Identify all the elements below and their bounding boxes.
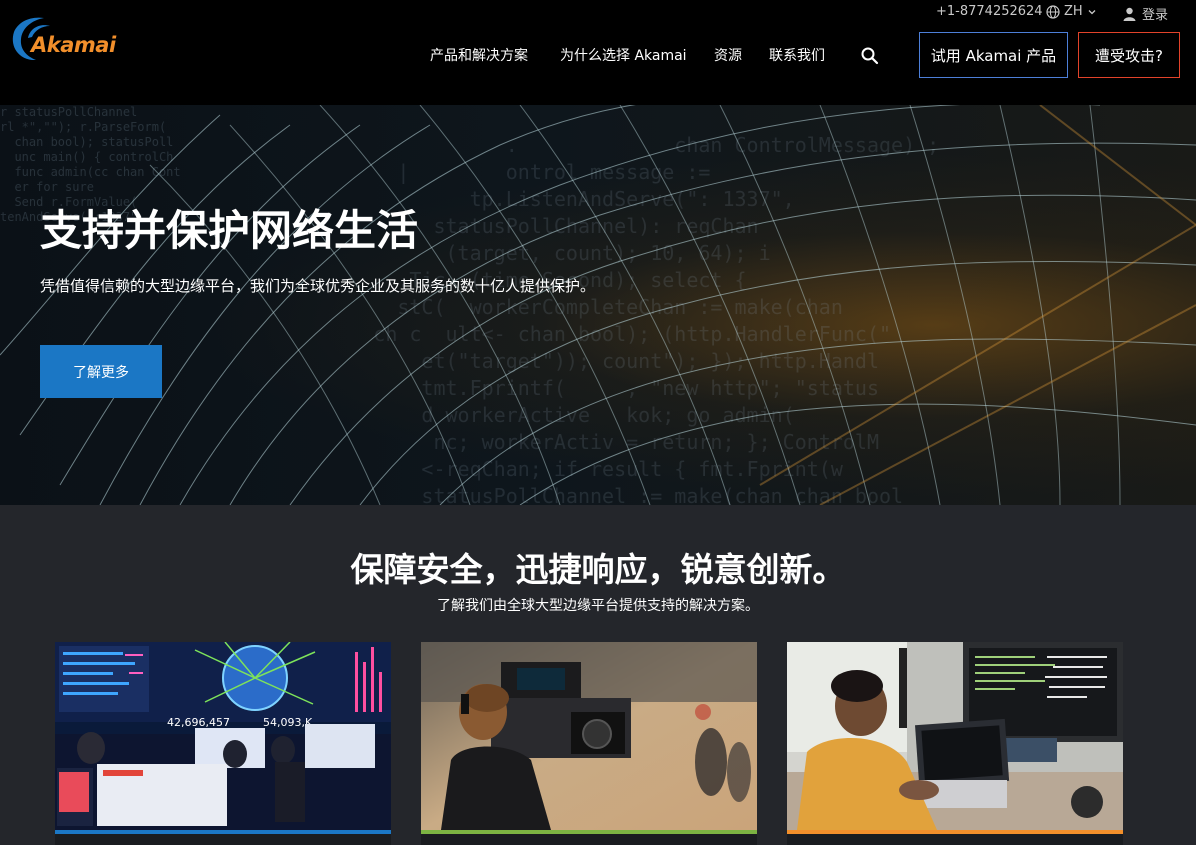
nav-contact[interactable]: 联系我们: [769, 45, 825, 65]
card-footer: [55, 834, 391, 845]
card-footer: [421, 834, 757, 845]
globe-icon: [1046, 4, 1060, 19]
solution-card-media[interactable]: [421, 642, 757, 845]
solutions-section: 保障安全，迅捷响应，锐意创新。 了解我们由全球大型边缘平台提供支持的解决方案。 …: [0, 505, 1196, 845]
language-selector[interactable]: ZH: [1046, 4, 1097, 19]
learn-more-button[interactable]: 了解更多: [40, 345, 162, 398]
section-subtitle: 了解我们由全球大型边缘平台提供支持的解决方案。: [437, 598, 759, 614]
soc-image: 42,696,457 54,093,K: [55, 642, 391, 830]
search-icon[interactable]: [860, 46, 880, 66]
camera-operator-image: [421, 642, 757, 830]
utility-bar: +1-8774252624 ZH 登录: [936, 0, 1196, 24]
developer-image: [787, 642, 1123, 830]
login-label: 登录: [1142, 8, 1169, 23]
soc-counter-left: 42,696,457: [167, 716, 230, 729]
phone-link[interactable]: +1-8774252624: [936, 4, 1043, 19]
hero-banner: . chan ControlMessage) ; | ontrol messag…: [0, 105, 1196, 505]
nav-products[interactable]: 产品和解决方案: [430, 45, 528, 65]
under-attack-button[interactable]: 遭受攻击?: [1078, 32, 1180, 78]
login-link[interactable]: 登录: [1123, 4, 1168, 23]
hero-mesh-graphic: [0, 105, 1196, 505]
nav-why-akamai[interactable]: 为什么选择 Akamai: [560, 45, 687, 65]
chevron-down-icon: [1088, 9, 1096, 14]
hero-subtitle: 凭借值得信赖的大型边缘平台，我们为全球优秀企业及其服务的数十亿人提供保护。: [40, 277, 596, 295]
solution-card-developer[interactable]: [787, 642, 1123, 845]
logo-text: Akamai: [31, 33, 116, 57]
try-akamai-button[interactable]: 试用 Akamai 产品: [919, 32, 1068, 78]
hero-title: 支持并保护网络生活: [40, 206, 419, 255]
language-label: ZH: [1064, 4, 1083, 19]
card-footer: [787, 834, 1123, 845]
site-header: Akamai +1-8774252624 ZH 登录 产品和解决方案 为什么选择…: [0, 0, 1196, 105]
user-icon: [1123, 7, 1136, 21]
nav-resources[interactable]: 资源: [714, 45, 742, 65]
section-title: 保障安全，迅捷响应，锐意创新。: [350, 550, 846, 589]
solution-card-security[interactable]: 42,696,457 54,093,K: [55, 642, 391, 845]
